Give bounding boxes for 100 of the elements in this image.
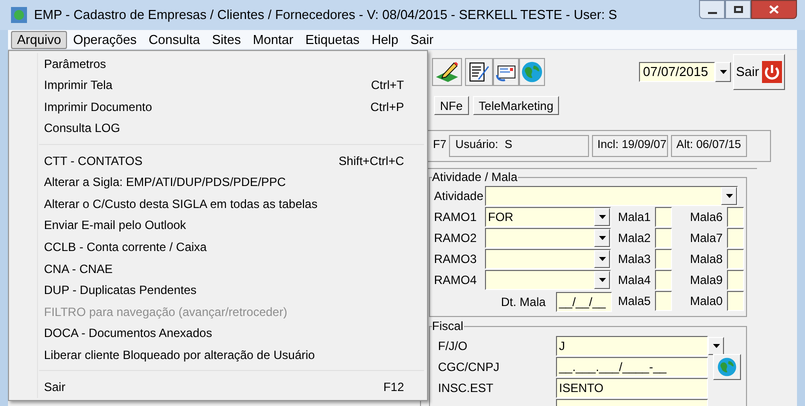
menu-bar-item[interactable]: Sair (404, 30, 440, 48)
menu-item[interactable]: Consulta LOG (9, 118, 427, 140)
document-pen-button[interactable] (465, 58, 493, 86)
close-icon (769, 5, 779, 14)
field-label: INSC.EST (438, 380, 494, 397)
field-label: RAMO3 (434, 251, 478, 268)
branch-combo[interactable]: FOR (485, 207, 611, 227)
field-label: Mala6 (690, 209, 724, 226)
menu-item[interactable]: CNA - CNAE (9, 258, 427, 280)
dropdown-button[interactable] (594, 208, 610, 226)
mail-field[interactable] (727, 291, 744, 311)
dropdown-button[interactable] (715, 62, 731, 82)
field-label: Mala0 (690, 293, 724, 310)
fiscal-field[interactable]: __.___.___/____-__ (556, 357, 708, 377)
document-pen-icon (468, 61, 490, 83)
menu-item[interactable]: Enviar E-mail pelo Outlook (9, 214, 427, 236)
group-title: Atividade / Mala (432, 170, 518, 184)
menu-item[interactable]: DUP - Duplicatas Pendentes (9, 279, 427, 301)
menu-bar-item[interactable]: Etiquetas (299, 30, 366, 48)
mail-field[interactable] (727, 249, 744, 269)
minimize-button[interactable] (699, 0, 725, 19)
group-title: Fiscal (432, 319, 464, 333)
mail-field[interactable] (655, 291, 672, 311)
field-label: Mala2 (618, 230, 652, 247)
mail-field[interactable] (655, 270, 672, 290)
envelope-button[interactable] (493, 58, 519, 86)
maximize-button[interactable] (725, 0, 751, 19)
date-field[interactable]: __/__/__ (556, 292, 612, 312)
caret-icon (726, 194, 732, 198)
field-label: Mala9 (690, 272, 724, 289)
field-label: Mala5 (618, 293, 652, 310)
menu-bar-item[interactable]: Consulta (142, 30, 206, 48)
field-label: F/J/O (438, 338, 468, 355)
field-label: Mala4 (618, 272, 652, 289)
mail-field[interactable] (727, 228, 744, 248)
combo-value: FOR (488, 209, 514, 226)
changed-label: Alt: 06/07/15 (671, 135, 748, 157)
field-label: Dt. Mala (501, 294, 547, 311)
menu-item[interactable]: Imprimir Tela Ctrl+T (9, 74, 427, 96)
field-label: RAMO2 (434, 230, 478, 247)
menu-bar-item[interactable]: Arquivo (11, 30, 68, 48)
field-label: Mala1 (618, 209, 652, 226)
activity-combo[interactable] (485, 186, 738, 206)
menu-item[interactable]: Sair F12 (9, 376, 427, 398)
caret-icon (720, 70, 726, 74)
menu-item[interactable]: CTT - CONTATOS Shift+Ctrl+C (9, 150, 427, 172)
menu-item[interactable]: Imprimir Documento Ctrl+P (9, 96, 427, 118)
app-icon (10, 6, 28, 24)
dropdown-button[interactable] (594, 271, 610, 289)
mail-field[interactable] (655, 249, 672, 269)
caret-icon (598, 278, 606, 282)
date-field[interactable]: 07/07/2015 (639, 62, 715, 82)
branch-combo[interactable] (485, 228, 611, 248)
field-label: RAMO1 (434, 209, 478, 226)
mail-field[interactable] (727, 270, 744, 290)
caret-icon (598, 257, 606, 261)
branch-combo[interactable] (485, 249, 611, 269)
menu-item[interactable]: Alterar o C/Custo desta SIGLA em todas as tabelas (9, 193, 427, 215)
field-label: RAMO4 (434, 272, 478, 289)
globe-icon (717, 357, 737, 377)
menu-item[interactable]: Alterar a Sigla: EMP/ATI/DUP/PDS/PDE/PPC (9, 172, 427, 194)
menu-bar-item[interactable]: Help (366, 30, 404, 48)
field-label: Mala3 (618, 251, 652, 268)
user-label: Usuário: S (449, 135, 590, 157)
branch-combo[interactable] (485, 270, 611, 290)
caret-icon (598, 215, 606, 219)
exit-button[interactable]: Sair (733, 54, 785, 90)
menu-item[interactable]: Liberar cliente Bloqueado por alteração de Usuário (9, 344, 427, 366)
caret-icon (712, 344, 720, 348)
pencil-pad-button[interactable] (432, 58, 462, 86)
dropdown-button[interactable] (594, 229, 610, 247)
field-label: Atividade (434, 188, 484, 205)
fiscal-field[interactable]: J (556, 336, 708, 356)
menu-item[interactable]: CCLB - Conta corrente / Caixa (9, 236, 427, 258)
caret-icon (598, 236, 606, 240)
tab-button[interactable]: NFe (434, 96, 469, 114)
key-label: F7 (433, 138, 446, 154)
field-label: Mala7 (690, 230, 724, 247)
pencil-pad-icon (435, 61, 459, 83)
menu-item[interactable]: Parâmetros (9, 53, 427, 75)
globe-icon (521, 61, 543, 83)
lookup-button[interactable] (713, 354, 741, 380)
menu-bar-item[interactable]: Montar (246, 30, 300, 48)
dropdown-button[interactable] (594, 250, 610, 268)
mail-field[interactable] (655, 228, 672, 248)
window-title: EMP - Cadastro de Empresas / Clientes / Fornecedores - V: 08/04/2015 - SERKELL TESTE - User: S (34, 6, 618, 24)
menu-bar-item[interactable]: Operações (67, 30, 143, 48)
mail-field[interactable] (727, 207, 744, 227)
menu-bar-item[interactable]: Sites (206, 30, 247, 48)
created-label: Incl: 19/09/07 (592, 135, 668, 157)
dropdown-button[interactable] (721, 187, 737, 205)
dropdown-button[interactable] (708, 337, 724, 355)
field-label: Mala8 (690, 251, 724, 268)
close-button[interactable] (751, 0, 797, 19)
tab-button[interactable]: TeleMarketing (472, 96, 560, 114)
power-icon (762, 61, 782, 83)
menu-item[interactable]: DOCA - Documentos Anexados (9, 322, 427, 344)
field-label: CGC/CNPJ (438, 359, 500, 376)
fiscal-field[interactable]: ISENTO (556, 378, 708, 398)
mail-field[interactable] (655, 207, 672, 227)
